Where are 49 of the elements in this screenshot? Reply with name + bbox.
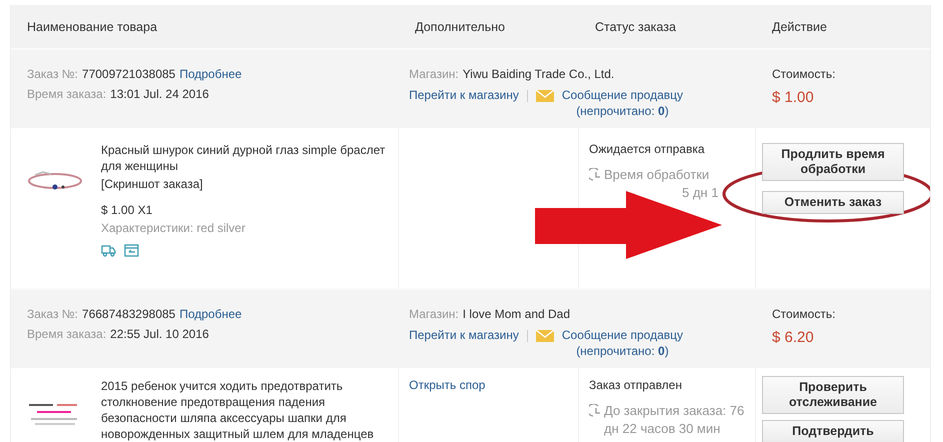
item-specs: Характеристики: red silver (101, 221, 246, 235)
order-number-label: Заказ №: (27, 307, 78, 321)
details-link[interactable]: Подробнее (179, 67, 242, 81)
store-name: Yiwu Baiding Trade Co., Ltd. (462, 67, 614, 81)
envelope-icon (536, 329, 554, 343)
product-title: 2015 ребенок учится ходить предотвратить столкновение предотвращения падения безопасности шляпа аксессуары шапки для новорожденных защитный шлем для младенцев (101, 378, 375, 442)
cost-label: Стоимость: (772, 307, 836, 321)
message-seller-link[interactable]: Сообщение продавцу (562, 328, 684, 342)
column-header: Действие (771, 20, 828, 34)
order-time-label: Время заказа: (27, 327, 106, 341)
order-cost: $ 6.20 (772, 329, 815, 346)
clock-icon (589, 404, 601, 418)
product-title: Красный шнурок синий дурной глаз simple браслет для женщины (101, 142, 386, 174)
column-header: Дополнительно (414, 20, 506, 34)
snapshot-link[interactable]: [Скриншот заказа] (101, 176, 398, 192)
store-label: Магазин: (409, 307, 459, 321)
order-time-label: Время заказа: (27, 87, 106, 101)
order-number: 76687483298085 (82, 307, 176, 321)
dispute-link[interactable]: Открыть спор (409, 378, 486, 392)
unread-count: (непрочитано: 0) (576, 344, 669, 358)
column-header: Наименование товара (26, 20, 158, 34)
store-name: I love Mom and Dad (462, 307, 570, 321)
order-status: Заказ отправлен (589, 378, 683, 392)
clock-icon (589, 168, 601, 182)
message-seller-link[interactable]: Сообщение продавцу (562, 88, 684, 102)
item-price: $ 1.00 X1 (101, 202, 154, 218)
action-button[interactable]: Подтвердить (762, 420, 904, 442)
order-number: 77009721038085 (82, 67, 176, 81)
unread-count: (непрочитано: 0) (576, 104, 669, 118)
order-time: 22:55 Jul. 10 2016 (110, 327, 209, 341)
countdown-text: 5 дн 1 (681, 184, 718, 202)
action-button[interactable]: Отменить заказ (762, 191, 904, 214)
card-icon (124, 244, 139, 257)
countdown-text: До закрытия заказа: 76 дн 22 часов 30 мин (604, 402, 746, 438)
countdown-text: Время обработки (604, 166, 710, 184)
store-link[interactable]: Перейти к магазину (409, 88, 519, 102)
order-cost: $ 1.00 (772, 89, 815, 106)
cost-label: Стоимость: (772, 67, 836, 81)
truck-icon (101, 245, 116, 257)
action-button[interactable]: Продлить время обработки (762, 143, 904, 181)
order-status: Ожидается отправка (589, 142, 706, 156)
order-number-label: Заказ №: (27, 67, 78, 81)
details-link[interactable]: Подробнее (179, 307, 242, 321)
store-label: Магазин: (409, 67, 459, 81)
envelope-icon (536, 89, 554, 103)
column-header: Статус заказа (594, 20, 677, 34)
store-link[interactable]: Перейти к магазину (409, 328, 519, 342)
action-button[interactable]: Проверить отслеживание (762, 376, 904, 414)
order-time: 13:01 Jul. 24 2016 (110, 87, 209, 101)
